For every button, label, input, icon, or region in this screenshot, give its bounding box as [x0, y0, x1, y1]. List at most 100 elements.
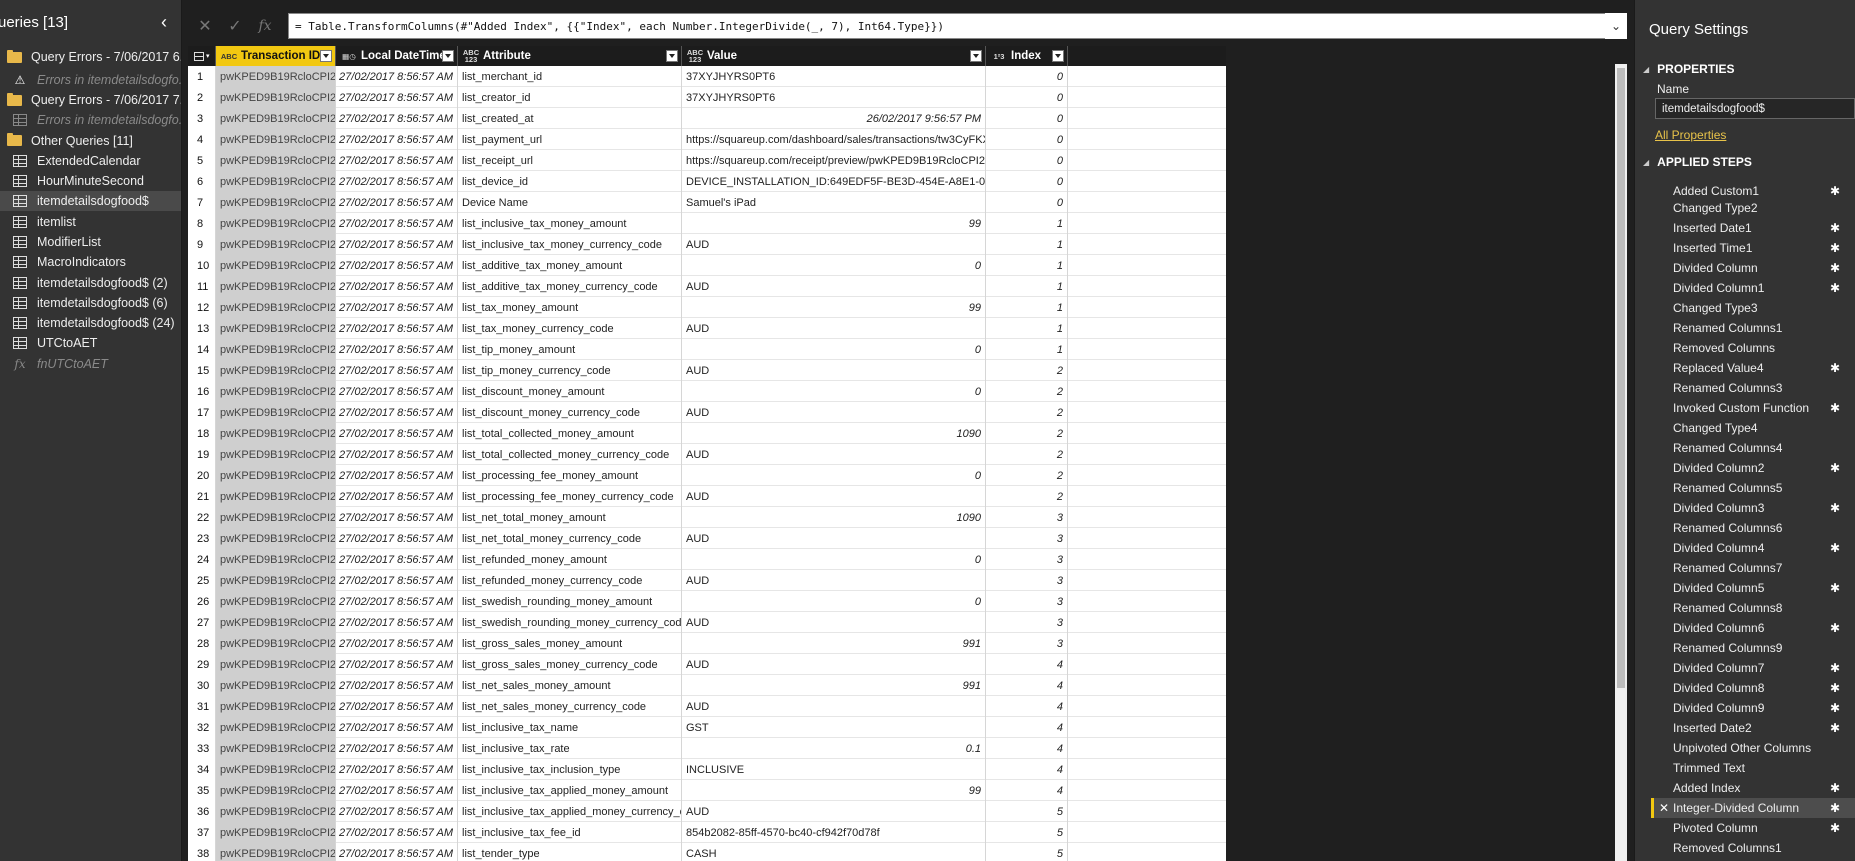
cell-transaction-id[interactable]: pwKPED9B19RcloCPI2z5S: [216, 465, 336, 486]
cell-index[interactable]: 2: [986, 486, 1068, 507]
query-item[interactable]: fx fnUTCtoAET: [0, 354, 181, 374]
cell-transaction-id[interactable]: pwKPED9B19RcloCPI2z5S: [216, 822, 336, 843]
cell-transaction-id[interactable]: pwKPED9B19RcloCPI2z5S: [216, 360, 336, 381]
cell-index[interactable]: 2: [986, 381, 1068, 402]
table-row[interactable]: 21pwKPED9B19RcloCPI2z5S27/02/2017 8:56:5…: [188, 486, 1226, 507]
cell-attribute[interactable]: list_swedish_rounding_money_amount: [458, 591, 682, 612]
cell-value[interactable]: Samuel's iPad: [682, 192, 986, 213]
table-row[interactable]: 6pwKPED9B19RcloCPI2z5S27/02/2017 8:56:57…: [188, 171, 1226, 192]
cell-value[interactable]: 0.1: [682, 738, 986, 759]
cell-index[interactable]: 4: [986, 675, 1068, 696]
applied-step[interactable]: Renamed Columns3: [1651, 378, 1855, 398]
query-item[interactable]: ExtendedCalendar: [0, 151, 181, 171]
cell-transaction-id[interactable]: pwKPED9B19RcloCPI2z5S: [216, 612, 336, 633]
gear-icon[interactable]: ✱: [1830, 661, 1840, 675]
table-row[interactable]: 16pwKPED9B19RcloCPI2z5S27/02/2017 8:56:5…: [188, 381, 1226, 402]
cell-index[interactable]: 4: [986, 696, 1068, 717]
cell-attribute[interactable]: list_net_total_money_currency_code: [458, 528, 682, 549]
table-row[interactable]: 35pwKPED9B19RcloCPI2z5S27/02/2017 8:56:5…: [188, 780, 1226, 801]
query-name-input[interactable]: [1655, 98, 1855, 119]
query-item[interactable]: itemdetailsdogfood$ (24): [0, 313, 181, 333]
cell-index[interactable]: 0: [986, 192, 1068, 213]
table-row[interactable]: 11pwKPED9B19RcloCPI2z5S27/02/2017 8:56:5…: [188, 276, 1226, 297]
applied-step[interactable]: Inserted Date1 ✱: [1651, 218, 1855, 238]
cell-attribute[interactable]: list_tip_money_currency_code: [458, 360, 682, 381]
applied-step[interactable]: Unpivoted Other Columns: [1651, 738, 1855, 758]
cell-index[interactable]: 1: [986, 255, 1068, 276]
table-row[interactable]: 10pwKPED9B19RcloCPI2z5S27/02/2017 8:56:5…: [188, 255, 1226, 276]
cell-value[interactable]: https://squareup.com/dashboard/sales/tra…: [682, 129, 986, 150]
cell-local-datetime[interactable]: 27/02/2017 8:56:57 AM: [336, 150, 458, 171]
cell-value[interactable]: 854b2082-85ff-4570-bc40-cf942f70d78f: [682, 822, 986, 843]
query-item[interactable]: Query Errors - 7/06/2017 6...: [0, 44, 181, 70]
cell-value[interactable]: CASH: [682, 843, 986, 861]
cell-index[interactable]: 1: [986, 276, 1068, 297]
cell-attribute[interactable]: list_discount_money_amount: [458, 381, 682, 402]
query-item[interactable]: ModifierList: [0, 232, 181, 252]
applied-step[interactable]: Divided Column1 ✱: [1651, 278, 1855, 298]
table-row[interactable]: 17pwKPED9B19RcloCPI2z5S27/02/2017 8:56:5…: [188, 402, 1226, 423]
cell-local-datetime[interactable]: 27/02/2017 8:56:57 AM: [336, 549, 458, 570]
column-type-icon[interactable]: ▦◷: [340, 52, 358, 60]
cell-attribute[interactable]: list_net_sales_money_currency_code: [458, 696, 682, 717]
cell-index[interactable]: 1: [986, 339, 1068, 360]
table-row[interactable]: 5pwKPED9B19RcloCPI2z5S27/02/2017 8:56:57…: [188, 150, 1226, 171]
cell-attribute[interactable]: list_inclusive_tax_money_amount: [458, 213, 682, 234]
applied-step[interactable]: Trimmed Text: [1651, 758, 1855, 778]
cell-index[interactable]: 0: [986, 87, 1068, 108]
query-item[interactable]: itemdetailsdogfood$: [0, 191, 181, 212]
cell-attribute[interactable]: list_tax_money_currency_code: [458, 318, 682, 339]
applied-step[interactable]: Divided Column3 ✱: [1651, 498, 1855, 518]
applied-step[interactable]: ✕ Integer-Divided Column ✱: [1651, 798, 1855, 818]
cell-value[interactable]: 0: [682, 549, 986, 570]
cell-transaction-id[interactable]: pwKPED9B19RcloCPI2z5S: [216, 87, 336, 108]
cell-local-datetime[interactable]: 27/02/2017 8:56:57 AM: [336, 234, 458, 255]
cell-local-datetime[interactable]: 27/02/2017 8:56:57 AM: [336, 486, 458, 507]
cell-attribute[interactable]: list_inclusive_tax_applied_money_amount: [458, 780, 682, 801]
filter-dropdown-icon[interactable]: [970, 50, 982, 62]
cell-local-datetime[interactable]: 27/02/2017 8:56:57 AM: [336, 276, 458, 297]
cell-local-datetime[interactable]: 27/02/2017 8:56:57 AM: [336, 570, 458, 591]
cell-attribute[interactable]: list_inclusive_tax_applied_money_currenc…: [458, 801, 682, 822]
table-row[interactable]: 23pwKPED9B19RcloCPI2z5S27/02/2017 8:56:5…: [188, 528, 1226, 549]
query-item[interactable]: itemdetailsdogfood$ (6): [0, 293, 181, 313]
cell-value[interactable]: 1090: [682, 423, 986, 444]
cell-transaction-id[interactable]: pwKPED9B19RcloCPI2z5S: [216, 129, 336, 150]
cell-transaction-id[interactable]: pwKPED9B19RcloCPI2z5S: [216, 150, 336, 171]
cell-attribute[interactable]: list_inclusive_tax_name: [458, 717, 682, 738]
applied-steps-section[interactable]: ◢ APPLIED STEPS: [1635, 151, 1855, 173]
cell-attribute[interactable]: list_device_id: [458, 171, 682, 192]
cell-local-datetime[interactable]: 27/02/2017 8:56:57 AM: [336, 402, 458, 423]
cell-attribute[interactable]: list_discount_money_currency_code: [458, 402, 682, 423]
cell-index[interactable]: 4: [986, 717, 1068, 738]
cell-attribute[interactable]: list_inclusive_tax_money_currency_code: [458, 234, 682, 255]
query-item[interactable]: UTCtoAET: [0, 333, 181, 353]
table-row[interactable]: 3pwKPED9B19RcloCPI2z5S27/02/2017 8:56:57…: [188, 108, 1226, 129]
cell-attribute[interactable]: list_payment_url: [458, 129, 682, 150]
cell-transaction-id[interactable]: pwKPED9B19RcloCPI2z5S: [216, 213, 336, 234]
cell-transaction-id[interactable]: pwKPED9B19RcloCPI2z5S: [216, 549, 336, 570]
table-row[interactable]: 24pwKPED9B19RcloCPI2z5S27/02/2017 8:56:5…: [188, 549, 1226, 570]
gear-icon[interactable]: ✱: [1830, 461, 1840, 475]
table-row[interactable]: 7pwKPED9B19RcloCPI2z5S27/02/2017 8:56:57…: [188, 192, 1226, 213]
table-row[interactable]: 37pwKPED9B19RcloCPI2z5S27/02/2017 8:56:5…: [188, 822, 1226, 843]
cell-index[interactable]: 2: [986, 360, 1068, 381]
cell-value[interactable]: AUD: [682, 444, 986, 465]
applied-step[interactable]: Divided Column6 ✱: [1651, 618, 1855, 638]
cell-transaction-id[interactable]: pwKPED9B19RcloCPI2z5S: [216, 738, 336, 759]
gear-icon[interactable]: ✱: [1830, 681, 1840, 695]
cell-value[interactable]: INCLUSIVE: [682, 759, 986, 780]
table-row[interactable]: 38pwKPED9B19RcloCPI2z5S27/02/2017 8:56:5…: [188, 843, 1226, 861]
table-row[interactable]: 27pwKPED9B19RcloCPI2z5S27/02/2017 8:56:5…: [188, 612, 1226, 633]
table-row[interactable]: 12pwKPED9B19RcloCPI2z5S27/02/2017 8:56:5…: [188, 297, 1226, 318]
cell-transaction-id[interactable]: pwKPED9B19RcloCPI2z5S: [216, 402, 336, 423]
cell-attribute[interactable]: list_total_collected_money_amount: [458, 423, 682, 444]
cell-attribute[interactable]: list_net_total_money_amount: [458, 507, 682, 528]
cell-attribute[interactable]: list_refunded_money_amount: [458, 549, 682, 570]
chevron-down-icon[interactable]: ⌄: [1605, 13, 1627, 39]
column-header-tid[interactable]: ABC Transaction ID: [216, 46, 336, 66]
table-row[interactable]: 8pwKPED9B19RcloCPI2z5S27/02/2017 8:56:57…: [188, 213, 1226, 234]
column-type-icon[interactable]: ABC 123: [462, 49, 480, 64]
table-row[interactable]: 22pwKPED9B19RcloCPI2z5S27/02/2017 8:56:5…: [188, 507, 1226, 528]
cell-value[interactable]: 0: [682, 255, 986, 276]
